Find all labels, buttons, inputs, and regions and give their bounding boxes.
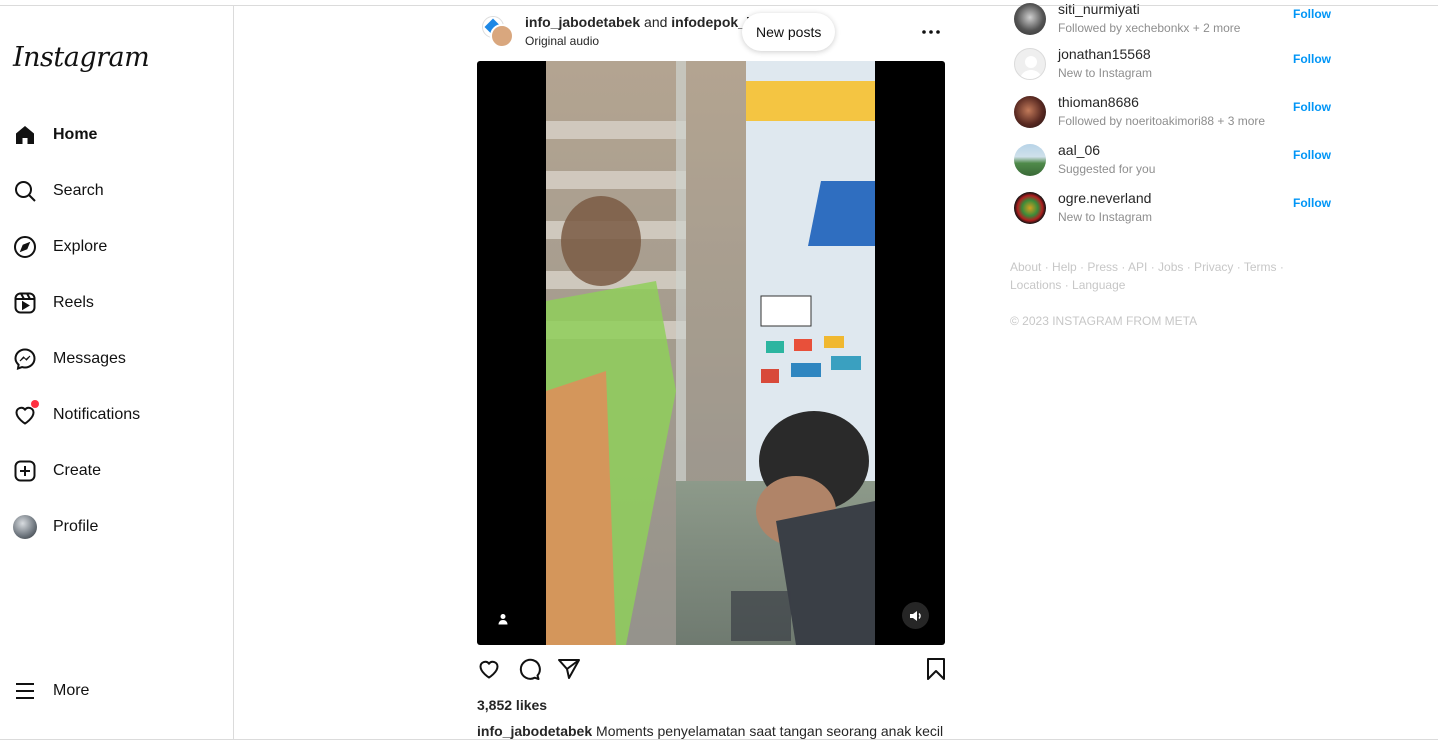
avatar[interactable] — [1014, 48, 1046, 80]
home-icon — [12, 122, 38, 148]
compass-icon — [12, 234, 38, 260]
bookmark-icon[interactable] — [924, 657, 948, 681]
suggestion-username[interactable]: thioman8686 — [1058, 94, 1139, 110]
suggestion-subtitle: New to Instagram — [1058, 210, 1153, 224]
follow-button[interactable]: Follow — [1293, 148, 1331, 162]
sidebar-item-label: Search — [53, 182, 104, 199]
comment-icon[interactable] — [517, 657, 541, 681]
sidebar-item-label: Profile — [53, 518, 99, 535]
notification-dot — [31, 400, 39, 408]
footer-links[interactable]: About · Help · Press · API · Jobs · Priv… — [1010, 258, 1330, 294]
copyright: © 2023 INSTAGRAM FROM META — [1010, 314, 1198, 328]
new-posts-button[interactable]: New posts — [742, 13, 836, 51]
avatar[interactable] — [1014, 192, 1046, 224]
sidebar-item-notifications[interactable]: Notifications — [12, 397, 140, 433]
suggestion-subtitle: Followed by noeritoakimori88 + 3 more — [1058, 114, 1266, 128]
suggestion-row: siti_nurmiyati Followed by xechebonkx + … — [1014, 1, 1334, 47]
volume-toggle-button[interactable] — [902, 602, 929, 629]
suggestion-username[interactable]: jonathan15568 — [1058, 46, 1151, 62]
profile-avatar — [12, 514, 38, 540]
avatar[interactable] — [1014, 96, 1046, 128]
suggestion-row: aal_06 Suggested for you Follow — [1014, 142, 1334, 188]
sidebar-item-label: Explore — [53, 238, 108, 255]
messenger-icon — [12, 346, 38, 372]
sidebar-item-messages[interactable]: Messages — [12, 341, 126, 377]
heart-icon — [12, 400, 39, 428]
post-media[interactable] — [477, 61, 945, 645]
sidebar-item-explore[interactable]: Explore — [12, 229, 107, 265]
menu-icon — [12, 678, 38, 704]
suggestion-username[interactable]: aal_06 — [1058, 142, 1100, 158]
sidebar-item-label: Notifications — [53, 406, 141, 423]
sidebar-item-more[interactable]: More — [12, 673, 89, 709]
tagged-users-button[interactable] — [491, 607, 515, 631]
follow-button[interactable]: Follow — [1293, 100, 1331, 114]
follow-button[interactable]: Follow — [1293, 7, 1331, 21]
caption-username[interactable]: info_jabodetabek — [477, 723, 592, 739]
instagram-logo[interactable]: Instagram — [13, 42, 150, 73]
post-usernames: info_jabodetabek and infodepok_id — [525, 14, 758, 30]
suggestion-username[interactable]: siti_nurmiyati — [1058, 1, 1140, 17]
avatar — [490, 24, 514, 48]
suggestion-row: jonathan15568 New to Instagram Follow — [1014, 46, 1334, 92]
post-header: info_jabodetabek and infodepok_id Origin… — [477, 12, 945, 54]
caption-text: Moments penyelamatan saat tangan seorang… — [596, 723, 944, 739]
sidebar-item-profile[interactable]: Profile — [12, 509, 98, 545]
sidebar-item-label: Home — [53, 126, 98, 143]
sidebar-item-label: Messages — [53, 350, 126, 367]
suggestion-username[interactable]: ogre.neverland — [1058, 190, 1151, 206]
sidebar-item-home[interactable]: Home — [12, 117, 97, 153]
sidebar-item-create[interactable]: Create — [12, 453, 101, 489]
suggestion-subtitle: New to Instagram — [1058, 66, 1153, 80]
plus-square-icon — [12, 458, 38, 484]
video-frame — [546, 61, 875, 645]
suggestion-row: thioman8686 Followed by noeritoakimori88… — [1014, 94, 1334, 140]
post-username-link[interactable]: info_jabodetabek — [525, 14, 640, 30]
post-audio-link[interactable]: Original audio — [525, 34, 599, 48]
post-and-text: and — [644, 14, 668, 30]
avatar[interactable] — [1014, 144, 1046, 176]
suggestion-row: ogre.neverland New to Instagram Follow — [1014, 190, 1334, 236]
reels-icon — [12, 290, 38, 316]
suggestion-subtitle: Suggested for you — [1058, 162, 1156, 176]
avatar[interactable] — [1014, 3, 1046, 35]
sidebar-item-search[interactable]: Search — [12, 173, 104, 209]
more-options-icon[interactable] — [919, 20, 943, 44]
suggestion-subtitle: Followed by xechebonkx + 2 more — [1058, 21, 1241, 35]
sidebar: Instagram Home Search Explore Reels Mess… — [0, 6, 234, 739]
like-icon[interactable] — [477, 657, 501, 681]
post-actions — [477, 657, 945, 683]
post-caption: info_jabodetabek Moments penyelamatan sa… — [477, 723, 943, 739]
post-collab-avatars[interactable] — [482, 16, 514, 48]
share-icon[interactable] — [557, 657, 581, 681]
sidebar-item-reels[interactable]: Reels — [12, 285, 94, 321]
sidebar-item-label: Reels — [53, 294, 94, 311]
search-icon — [12, 178, 38, 204]
sidebar-item-label: Create — [53, 462, 102, 479]
follow-button[interactable]: Follow — [1293, 196, 1331, 210]
bottom-divider — [0, 739, 1438, 740]
likes-count[interactable]: 3,852 likes — [477, 697, 547, 713]
follow-button[interactable]: Follow — [1293, 52, 1331, 66]
sidebar-item-label: More — [53, 682, 90, 699]
